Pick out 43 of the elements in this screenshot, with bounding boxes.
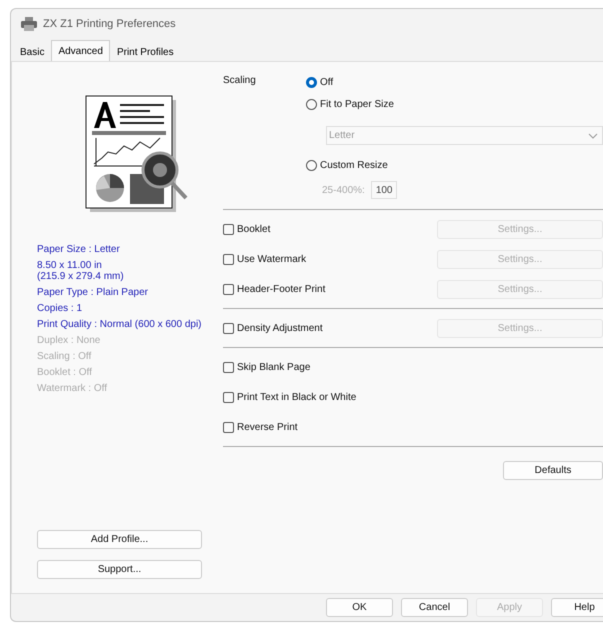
dialog-button[interactable]: Help — [551, 598, 603, 617]
checkbox[interactable] — [223, 422, 234, 432]
summary-text: Booklet : Off — [37, 367, 93, 378]
summary-text: Copies : 1 — [37, 303, 84, 314]
checkbox-label[interactable]: Use Watermark — [237, 254, 306, 264]
checkbox-label[interactable]: Print Text in Black or White — [237, 392, 356, 402]
radio-button[interactable] — [306, 98, 317, 110]
summary-text: Paper Type : Plain Paper — [37, 287, 149, 298]
summary-text: Paper Size : Letter — [37, 244, 121, 255]
dialog-button[interactable]: Cancel — [401, 598, 468, 617]
radio-label[interactable]: Fit to Paper Size — [320, 98, 394, 110]
scaling-label: Scaling — [223, 74, 257, 88]
summary-text: Duplex : None — [37, 335, 102, 346]
checkbox[interactable] — [223, 224, 234, 234]
percent-range-label: 25-400%: — [322, 184, 365, 196]
radio-label[interactable]: Off — [320, 76, 334, 88]
summary-text: Print Quality : Normal (600 x 600 dpi) — [37, 319, 202, 330]
dialog-button[interactable]: OK — [326, 598, 393, 617]
checkbox[interactable] — [223, 284, 234, 294]
chevron-down-icon — [588, 132, 598, 138]
checkbox[interactable] — [223, 392, 234, 402]
checkbox[interactable] — [223, 362, 234, 372]
radio-label[interactable]: Custom Resize — [320, 160, 388, 170]
checkbox[interactable] — [223, 322, 234, 334]
summary-text: Scaling : Off — [37, 351, 92, 362]
checkbox-label[interactable]: Booklet — [237, 224, 270, 234]
printer-icon — [21, 17, 37, 31]
profile-button[interactable]: Support... — [37, 560, 202, 579]
defaults-button[interactable]: Defaults — [503, 461, 603, 480]
tab[interactable]: Print Profiles — [110, 43, 181, 61]
checkbox-label[interactable]: Header-Footer Print — [237, 284, 326, 294]
profile-button[interactable]: Add Profile... — [37, 530, 202, 549]
radio-button[interactable] — [306, 76, 317, 88]
checkbox-label[interactable]: Skip Blank Page — [237, 362, 310, 372]
checkbox-label[interactable]: Reverse Print — [237, 422, 298, 432]
summary-text: 8.50 x 11.00 in (215.9 x 279.4 mm) — [37, 260, 125, 282]
window-title: ZX Z1 Printing Preferences — [43, 18, 176, 30]
tab[interactable]: Advanced — [51, 40, 110, 62]
checkbox-label[interactable]: Density Adjustment — [237, 322, 323, 334]
summary-text: Watermark : Off — [37, 383, 108, 394]
radio-button[interactable] — [306, 160, 317, 170]
checkbox[interactable] — [223, 254, 234, 264]
tab[interactable]: Basic — [13, 43, 52, 61]
